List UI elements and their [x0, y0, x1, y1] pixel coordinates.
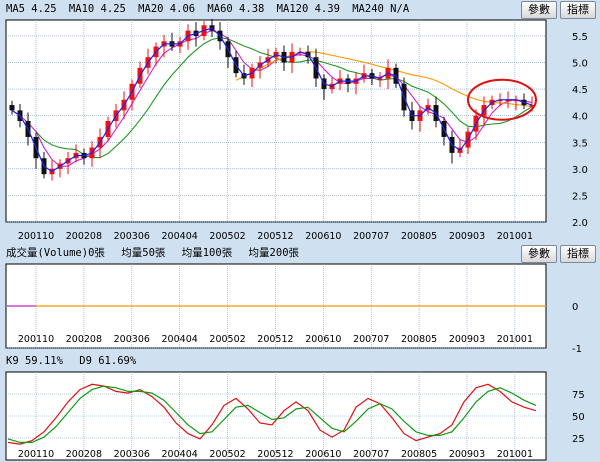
avg20-label: 均量20 — [248, 247, 283, 259]
kd-x-tick: 201001 — [497, 449, 533, 460]
kd-x-tick: 200610 — [305, 449, 341, 460]
kd-y-tick: 75 — [572, 390, 585, 401]
ma240-value: N/A — [390, 3, 410, 15]
kd-x-tick: 200903 — [449, 449, 485, 460]
kd-x-tick: 200512 — [257, 449, 293, 460]
kd-x-tick: 200110 — [18, 449, 54, 460]
volume-title: 成交量(Volume) — [6, 247, 89, 259]
price-panel: MA5 4.25 MA10 4.25 MA20 4.06 MA60 4.38 M… — [0, 0, 600, 244]
ma60-label: MA60 — [207, 3, 233, 15]
kd-y-tick: 25 — [572, 434, 585, 445]
kd-x-tick: 200404 — [162, 449, 198, 460]
volume-y-tick: -1 — [572, 344, 582, 352]
kd-x-tick: 200208 — [66, 449, 102, 460]
d-label: D9 — [79, 355, 92, 367]
kd-panel: K9 59.11% D9 61.69% 200110 200208 200306 20… — [0, 352, 600, 462]
avg20-value: 0張 — [282, 247, 300, 259]
ma10-value: 4.25 — [100, 3, 126, 15]
ma5-label: MA5 — [6, 3, 25, 15]
ma5-readout: MA5 4.25 — [6, 3, 57, 15]
volume-indicator-button[interactable]: 指標 — [560, 245, 596, 263]
avg5-label: 均量5 — [121, 247, 149, 259]
volume-x-tick: 200707 — [353, 334, 389, 345]
volume-x-tick: 200512 — [257, 334, 293, 345]
price-y-tick: 5.0 — [572, 59, 588, 70]
kd-x-tick: 200502 — [209, 449, 245, 460]
price-x-tick: 200707 — [353, 231, 389, 242]
volume-x-tick: 200404 — [162, 334, 198, 345]
ma20-label: MA20 — [138, 3, 164, 15]
price-x-tick: 201001 — [497, 231, 533, 242]
avg5-value: 0張 — [148, 247, 166, 259]
price-y-tick: 4.5 — [572, 85, 588, 96]
volume-x-tick: 200306 — [114, 334, 150, 345]
volume-x-tick: 200805 — [401, 334, 437, 345]
price-x-tick: 200502 — [209, 231, 245, 242]
kd-header: K9 59.11% D9 61.69% — [0, 352, 600, 370]
avg10-value: 0張 — [215, 247, 233, 259]
volume-x-tick: 200208 — [66, 334, 102, 345]
k-label: K9 — [6, 355, 19, 367]
price-y-tick: 5.5 — [572, 32, 588, 43]
k-readout: K9 59.11% — [6, 355, 63, 367]
price-y-tick: 2.5 — [572, 191, 588, 202]
ma60-value: 4.38 — [239, 3, 265, 15]
kd-y-tick: 50 — [572, 412, 585, 423]
volume-panel-buttons: 參數 指標 — [521, 245, 596, 263]
price-panel-buttons: 參數 指標 — [521, 1, 596, 19]
price-x-tick: 200110 — [18, 231, 54, 242]
price-x-tick: 200404 — [162, 231, 198, 242]
kd-x-tick: 200707 — [353, 449, 389, 460]
candle-body — [9, 105, 15, 111]
ma10-readout: MA10 4.25 — [69, 3, 126, 15]
price-x-tick: 200610 — [305, 231, 341, 242]
d-readout: D9 61.69% — [79, 355, 136, 367]
ma120-readout: MA120 4.39 — [277, 3, 340, 15]
volume-x-tick: 200502 — [209, 334, 245, 345]
avg10-label: 均量10 — [181, 247, 216, 259]
volume-x-tick: 200110 — [18, 334, 54, 345]
ma60-readout: MA60 4.38 — [207, 3, 264, 15]
price-indicator-header: MA5 4.25 MA10 4.25 MA20 4.06 MA60 4.38 M… — [0, 0, 600, 18]
k-value: 59.11% — [24, 355, 63, 367]
volume-y-tick: 0 — [572, 302, 578, 313]
volume-x-tick: 200610 — [305, 334, 341, 345]
volume-chart: 200110 200208 200306 200404 200502 200512 2006… — [5, 263, 582, 352]
price-y-tick: 3.0 — [572, 165, 588, 176]
volume-x-tick: 201001 — [497, 334, 533, 345]
price-x-tick: 200306 — [114, 231, 150, 242]
ma20-readout: MA20 4.06 — [138, 3, 195, 15]
price-y-tick: 3.5 — [572, 138, 588, 149]
volume-x-tick: 200903 — [449, 334, 485, 345]
ma120-value: 4.39 — [314, 3, 340, 15]
volume-header: 成交量(Volume)0張 均量50張 均量100張 均量200張 — [0, 244, 600, 262]
price-y-tick: 4.0 — [572, 112, 588, 123]
price-x-tick: 200512 — [257, 231, 293, 242]
ma5-value: 4.25 — [31, 3, 57, 15]
ma120-label: MA120 — [276, 3, 309, 15]
ma20-value: 4.06 — [169, 3, 196, 15]
volume-params-button[interactable]: 參數 — [521, 245, 557, 263]
volume-panel: 成交量(Volume)0張 均量50張 均量100張 均量200張 參數 指標 … — [0, 244, 600, 352]
price-indicator-button[interactable]: 指標 — [560, 1, 596, 19]
price-chart: 200110 200208 200306 200404 200502 200512 2006… — [5, 18, 588, 242]
price-x-tick: 200805 — [401, 231, 437, 242]
price-y-tick: 2.0 — [572, 218, 588, 229]
kd-x-tick: 200306 — [114, 449, 150, 460]
price-x-tick: 200208 — [66, 231, 102, 242]
kd-chart: 200110 200208 200306 200404 200502 200512 2006… — [5, 371, 585, 461]
ma10-label: MA10 — [68, 3, 95, 15]
ma240-label: MA240 — [352, 3, 384, 15]
ma240-readout: MA240 N/A — [352, 3, 409, 15]
d-value: 61.69% — [98, 355, 137, 367]
price-params-button[interactable]: 參數 — [521, 1, 557, 19]
kd-x-tick: 200805 — [401, 449, 437, 460]
volume-value: 0張 — [88, 247, 105, 259]
price-x-tick: 200903 — [449, 231, 485, 242]
